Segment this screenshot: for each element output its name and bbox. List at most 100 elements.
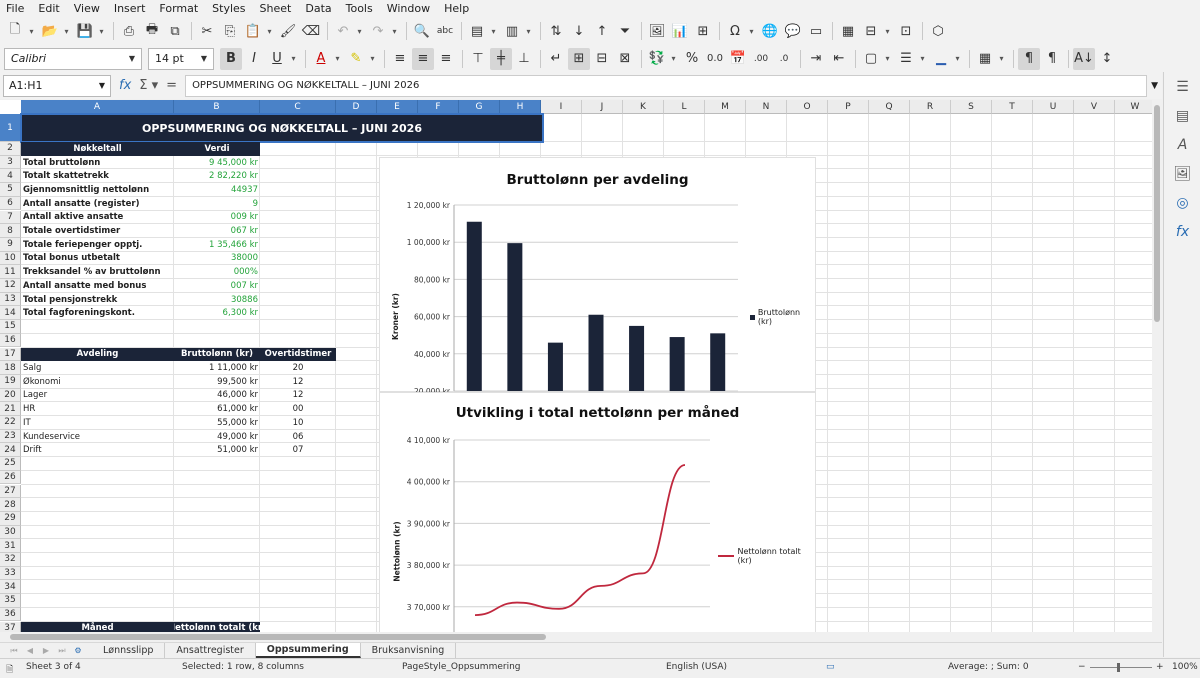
column-header-n[interactable]: N [746,100,787,114]
autofilter-icon[interactable]: ⏷ [614,20,636,42]
save-icon[interactable]: 💾 [74,20,96,42]
scroll-thumb[interactable] [10,634,546,640]
column-header-g[interactable]: G [459,100,500,114]
kpi-label-cell[interactable]: Antall ansatte (register) [21,197,174,211]
kpi-label-cell[interactable]: Trekksandel % av bruttolønn [21,265,174,279]
insert-chart-icon[interactable]: 📊 [669,20,691,42]
row-header[interactable]: 3 [0,155,21,170]
month-header-cell[interactable]: Måned [21,621,174,632]
dept-header-cell[interactable]: Overtidstimer [260,347,336,362]
dept-name-cell[interactable]: Drift [21,443,174,457]
row-header[interactable]: 30 [0,525,21,540]
underline-icon[interactable]: U [266,48,288,70]
dept-name-cell[interactable]: Kundeservice [21,430,174,444]
row-header[interactable]: 22 [0,416,21,430]
row-header[interactable]: 14 [0,306,21,321]
copy-icon[interactable]: ⎘ [219,20,241,42]
column-header-l[interactable]: L [664,100,705,114]
column-header-d[interactable]: D [336,100,377,114]
kpi-header-cell[interactable]: Verdi [174,142,260,156]
menu-item-styles[interactable]: Styles [212,2,245,15]
delete-decimal-icon[interactable]: .0 [773,48,795,70]
undo-dropdown[interactable]: ▾ [355,20,364,42]
add-decimal-icon[interactable]: .00 [750,48,772,70]
headers-footers-icon[interactable]: ▭ [805,20,827,42]
column-dropdown[interactable]: ▾ [524,20,533,42]
column-header-p[interactable]: P [828,100,869,114]
dept-overtime-cell[interactable]: 12 [260,389,336,403]
zoom-handle[interactable] [1117,663,1120,672]
first-sheet-icon[interactable]: ⏮ [6,645,22,657]
row-header[interactable]: 7 [0,210,21,225]
dept-gross-cell[interactable]: 99,500 kr [174,375,260,389]
dept-gross-cell[interactable]: 51,000 kr [174,443,260,457]
row-header[interactable]: 12 [0,279,21,293]
kpi-label-cell[interactable]: Total pensjonstrekk [21,293,174,307]
kpi-label-cell[interactable]: Antall aktive ansatte [21,211,174,225]
sheet-tab-lønnsslipp[interactable]: Lønnsslipp [92,643,166,658]
redo-dropdown[interactable]: ▾ [390,20,399,42]
row-header[interactable]: 6 [0,196,21,211]
dept-overtime-cell[interactable]: 10 [260,416,336,430]
border-style-icon[interactable]: ☰ [895,48,917,70]
row-header[interactable]: 5 [0,183,21,197]
row-header[interactable]: 20 [0,388,21,403]
decrease-indent-icon[interactable]: ⇤ [828,48,850,70]
function-wizard-icon[interactable]: fx [119,78,131,93]
navigator-icon[interactable]: ◎ [1164,188,1200,217]
font-color-dropdown[interactable]: ▾ [333,48,342,70]
menu-item-format[interactable]: Format [159,2,198,15]
kpi-header-cell[interactable]: Nøkkeltall [21,142,174,156]
sheet-tab-ansattregister[interactable]: Ansattregister [165,643,256,658]
bold-icon[interactable]: B [220,47,242,70]
column-header-b[interactable]: B [174,100,260,114]
undo-icon[interactable]: ↶ [332,20,354,42]
column-header-q[interactable]: Q [869,100,910,114]
page-style[interactable]: PageStyle_Oppsummering [402,662,521,672]
split-window-icon[interactable]: ⊡ [895,20,917,42]
kpi-value-cell[interactable]: 067 kr [174,224,260,238]
scroll-thumb[interactable] [1154,105,1160,322]
formula-input[interactable]: OPPSUMMERING OG NØKKELTALL – JUNI 2026 [185,74,1148,97]
freeze-rows-columns-icon[interactable]: ⊟ [860,20,882,42]
row-header[interactable]: 13 [0,292,21,307]
italic-icon[interactable]: I [243,48,265,70]
kpi-value-cell[interactable]: 44937 [174,183,260,197]
kpi-label-cell[interactable]: Total bonus utbetalt [21,252,174,266]
clone-formatting-icon[interactable]: 🖌 [277,20,299,42]
row-header[interactable]: 17 [0,347,21,362]
zoom-out-icon[interactable]: − [1078,662,1086,672]
line-chart[interactable]: Utvikling i total nettolønn per måned 4 … [379,392,816,632]
kpi-label-cell[interactable]: Total bruttolønn [21,156,174,170]
row-dropdown[interactable]: ▾ [489,20,498,42]
kpi-label-cell[interactable]: Gjennomsnittlig nettolønn [21,183,174,197]
print-preview-icon[interactable]: ⧉ [164,20,186,42]
special-character-dropdown[interactable]: ▾ [747,20,756,42]
row-header[interactable]: 26 [0,470,21,485]
kpi-label-cell[interactable]: Total fagforeningskont. [21,306,174,320]
menu-item-insert[interactable]: Insert [114,2,146,15]
conditional-dropdown[interactable]: ▾ [997,48,1006,70]
add-sheet-icon[interactable]: ⚙ [70,645,86,657]
expand-formula-icon[interactable]: ▼ [1151,81,1158,91]
kpi-value-cell[interactable]: 9 [174,197,260,211]
menu-item-sheet[interactable]: Sheet [260,2,292,15]
prev-sheet-icon[interactable]: ◀ [22,645,38,657]
save-dropdown[interactable]: ▾ [97,20,106,42]
menu-item-view[interactable]: View [74,2,100,15]
new-dropdown[interactable]: ▾ [27,20,36,42]
row-header[interactable]: 36 [0,607,21,622]
sort-ascending-icon[interactable]: ↓ [568,20,590,42]
column-header-f[interactable]: F [418,100,459,114]
menu-item-tools[interactable]: Tools [346,2,373,15]
sum-icon[interactable]: Σ ▾ [139,78,158,93]
left-to-right-icon[interactable]: ¶ [1018,47,1040,70]
menu-item-window[interactable]: Window [387,2,430,15]
paste-icon[interactable]: 📋 [242,20,264,42]
kpi-value-cell[interactable]: 009 kr [174,211,260,225]
row-header[interactable]: 23 [0,429,21,444]
sheet-tab-bruksanvisning[interactable]: Bruksanvisning [361,643,457,658]
selection-mode-icon[interactable]: ▭ [826,662,835,672]
dept-overtime-cell[interactable]: 00 [260,402,336,416]
name-box[interactable]: A1:H1 ▼ [3,74,111,97]
